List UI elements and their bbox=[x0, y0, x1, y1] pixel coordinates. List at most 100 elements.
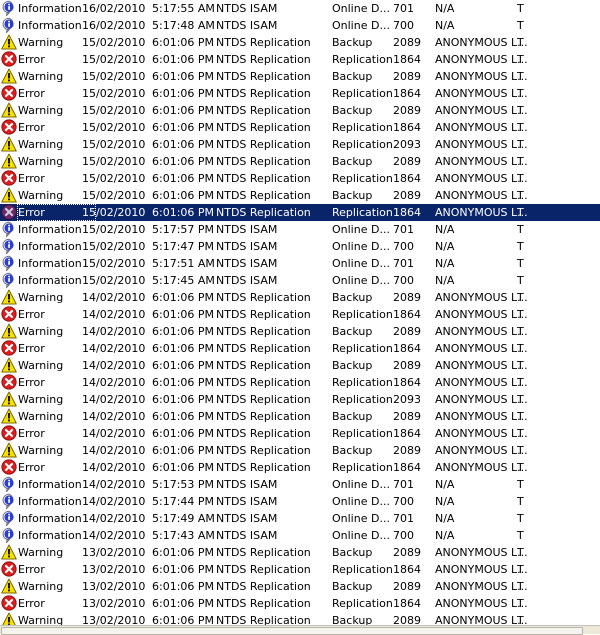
event-computer: T bbox=[517, 342, 524, 355]
event-date: 15/02/2010 bbox=[82, 70, 146, 83]
event-row[interactable]: Warning 13/02/2010 6:01:06 PM NTDS Replicat… bbox=[0, 544, 600, 561]
event-row[interactable]: Warning 14/02/2010 6:01:06 PM NTDS Replicat… bbox=[0, 289, 600, 306]
scrollbar-thumb[interactable] bbox=[1, 627, 583, 635]
event-computer: T bbox=[517, 70, 524, 83]
event-row[interactable]: Warning 15/02/2010 6:01:06 PM NTDS Replicat… bbox=[0, 187, 600, 204]
event-row[interactable]: Information 15/02/2010 5:17:47 PM NTDS ISAM… bbox=[0, 238, 600, 256]
information-icon bbox=[1, 255, 17, 273]
event-computer: T bbox=[517, 478, 524, 491]
information-icon bbox=[1, 476, 17, 494]
event-row[interactable]: Information 14/02/2010 5:17:53 PM NTDS ISAM… bbox=[0, 476, 600, 494]
event-computer: T bbox=[517, 376, 524, 389]
event-id: 700 bbox=[393, 19, 414, 32]
event-row[interactable]: Information 14/02/2010 5:17:49 AM NTDS ISAM… bbox=[0, 510, 600, 528]
event-row[interactable]: Error 14/02/2010 6:01:06 PM NTDS Replicatio… bbox=[0, 459, 600, 476]
event-row[interactable]: Information 14/02/2010 5:17:44 PM NTDS ISAM… bbox=[0, 493, 600, 511]
event-row[interactable]: Error 15/02/2010 6:01:06 PM NTDS Replicatio… bbox=[0, 51, 600, 68]
event-date: 15/02/2010 bbox=[82, 240, 146, 253]
event-row[interactable]: Information 16/02/2010 5:17:55 AM NTDS ISAM… bbox=[0, 0, 600, 18]
event-row[interactable]: Warning 15/02/2010 6:01:06 PM NTDS Replicat… bbox=[0, 153, 600, 170]
event-date: 14/02/2010 bbox=[82, 325, 146, 338]
event-row[interactable]: Warning 13/02/2010 6:01:06 PM NTDS Replicat… bbox=[0, 578, 600, 595]
event-computer: T bbox=[517, 274, 524, 287]
event-row[interactable]: Error 14/02/2010 6:01:06 PM NTDS Replicatio… bbox=[0, 374, 600, 391]
event-id: 2089 bbox=[393, 580, 421, 593]
warning-icon bbox=[1, 612, 17, 625]
information-icon bbox=[1, 0, 17, 18]
event-row[interactable]: Error 15/02/2010 6:01:06 PM NTDS Replicatio… bbox=[0, 204, 600, 221]
event-computer: T bbox=[517, 53, 524, 66]
event-row[interactable]: Information 14/02/2010 5:17:43 AM NTDS ISAM… bbox=[0, 527, 600, 545]
information-icon bbox=[1, 238, 17, 256]
event-row[interactable]: Warning 14/02/2010 6:01:06 PM NTDS Replicat… bbox=[0, 408, 600, 425]
event-row[interactable]: Error 14/02/2010 6:01:06 PM NTDS Replicatio… bbox=[0, 306, 600, 323]
event-row[interactable]: Error 14/02/2010 6:01:06 PM NTDS Replicatio… bbox=[0, 340, 600, 357]
event-row[interactable]: Warning 13/02/2010 6:01:06 PM NTDS Replicat… bbox=[0, 612, 600, 625]
event-date: 15/02/2010 bbox=[82, 155, 146, 168]
event-row[interactable]: Error 14/02/2010 6:01:06 PM NTDS Replicatio… bbox=[0, 425, 600, 442]
information-icon bbox=[1, 493, 17, 511]
event-row[interactable]: Error 13/02/2010 6:01:06 PM NTDS Replicatio… bbox=[0, 561, 600, 578]
event-row[interactable]: Information 15/02/2010 5:17:57 PM NTDS ISAM… bbox=[0, 221, 600, 239]
event-id: 2089 bbox=[393, 614, 421, 625]
warning-icon bbox=[1, 357, 17, 373]
event-computer: T bbox=[517, 155, 524, 168]
event-row[interactable]: Information 15/02/2010 5:17:51 AM NTDS ISAM… bbox=[0, 255, 600, 273]
event-date: 15/02/2010 bbox=[82, 104, 146, 117]
event-computer: T bbox=[517, 580, 524, 593]
event-date: 15/02/2010 bbox=[82, 172, 146, 185]
warning-icon bbox=[1, 391, 17, 407]
warning-icon bbox=[1, 136, 17, 152]
event-date: 13/02/2010 bbox=[82, 546, 146, 559]
event-row[interactable]: Error 15/02/2010 6:01:06 PM NTDS Replicatio… bbox=[0, 85, 600, 102]
event-date: 13/02/2010 bbox=[82, 580, 146, 593]
information-icon bbox=[1, 17, 17, 35]
warning-icon bbox=[1, 153, 17, 169]
information-icon bbox=[1, 527, 17, 545]
event-row[interactable]: Information 16/02/2010 5:17:48 AM NTDS ISAM… bbox=[0, 17, 600, 35]
event-date: 14/02/2010 bbox=[82, 291, 146, 304]
event-computer: T bbox=[517, 19, 524, 32]
event-row[interactable]: Warning 14/02/2010 6:01:06 PM NTDS Replicat… bbox=[0, 442, 600, 459]
event-id: 1864 bbox=[393, 376, 421, 389]
event-id: 700 bbox=[393, 495, 414, 508]
event-id: 1864 bbox=[393, 308, 421, 321]
event-id: 2089 bbox=[393, 325, 421, 338]
event-list[interactable]: Information 16/02/2010 5:17:55 AM NTDS ISAM… bbox=[0, 0, 600, 625]
event-row[interactable]: Error 15/02/2010 6:01:06 PM NTDS Replicatio… bbox=[0, 119, 600, 136]
event-row[interactable]: Error 13/02/2010 6:01:06 PM NTDS Replicatio… bbox=[0, 595, 600, 612]
error-icon bbox=[1, 204, 17, 220]
event-computer: T bbox=[517, 325, 524, 338]
event-id: 1864 bbox=[393, 53, 421, 66]
event-id: 1864 bbox=[393, 87, 421, 100]
warning-icon bbox=[1, 289, 17, 305]
event-row[interactable]: Error 15/02/2010 6:01:06 PM NTDS Replicatio… bbox=[0, 170, 600, 187]
event-id: 2089 bbox=[393, 546, 421, 559]
event-row[interactable]: Warning 15/02/2010 6:01:06 PM NTDS Replicat… bbox=[0, 102, 600, 119]
event-row[interactable]: Warning 15/02/2010 6:01:06 PM NTDS Replicat… bbox=[0, 34, 600, 51]
event-date: 14/02/2010 bbox=[82, 410, 146, 423]
event-row[interactable]: Warning 14/02/2010 6:01:06 PM NTDS Replicat… bbox=[0, 323, 600, 340]
event-computer: T bbox=[517, 206, 524, 219]
event-date: 14/02/2010 bbox=[82, 342, 146, 355]
event-date: 13/02/2010 bbox=[82, 563, 146, 576]
event-row[interactable]: Information 15/02/2010 5:17:45 AM NTDS ISAM… bbox=[0, 272, 600, 290]
event-date: 15/02/2010 bbox=[82, 36, 146, 49]
event-row[interactable]: Warning 15/02/2010 6:01:06 PM NTDS Replicat… bbox=[0, 136, 600, 153]
event-id: 1864 bbox=[393, 172, 421, 185]
event-computer: T bbox=[517, 223, 524, 236]
event-row[interactable]: Warning 15/02/2010 6:01:06 PM NTDS Replicat… bbox=[0, 68, 600, 85]
error-icon bbox=[1, 306, 17, 322]
warning-icon bbox=[1, 578, 17, 594]
event-row[interactable]: Warning 14/02/2010 6:01:06 PM NTDS Replicat… bbox=[0, 391, 600, 408]
warning-icon bbox=[1, 323, 17, 339]
event-computer: T bbox=[517, 410, 524, 423]
warning-icon bbox=[1, 34, 17, 50]
event-computer: T bbox=[517, 138, 524, 151]
event-computer: T bbox=[517, 291, 524, 304]
event-id: 1864 bbox=[393, 206, 421, 219]
event-row[interactable]: Warning 14/02/2010 6:01:06 PM NTDS Replicat… bbox=[0, 357, 600, 374]
event-date: 14/02/2010 bbox=[82, 444, 146, 457]
event-date: 14/02/2010 bbox=[82, 308, 146, 321]
event-date: 15/02/2010 bbox=[82, 223, 146, 236]
